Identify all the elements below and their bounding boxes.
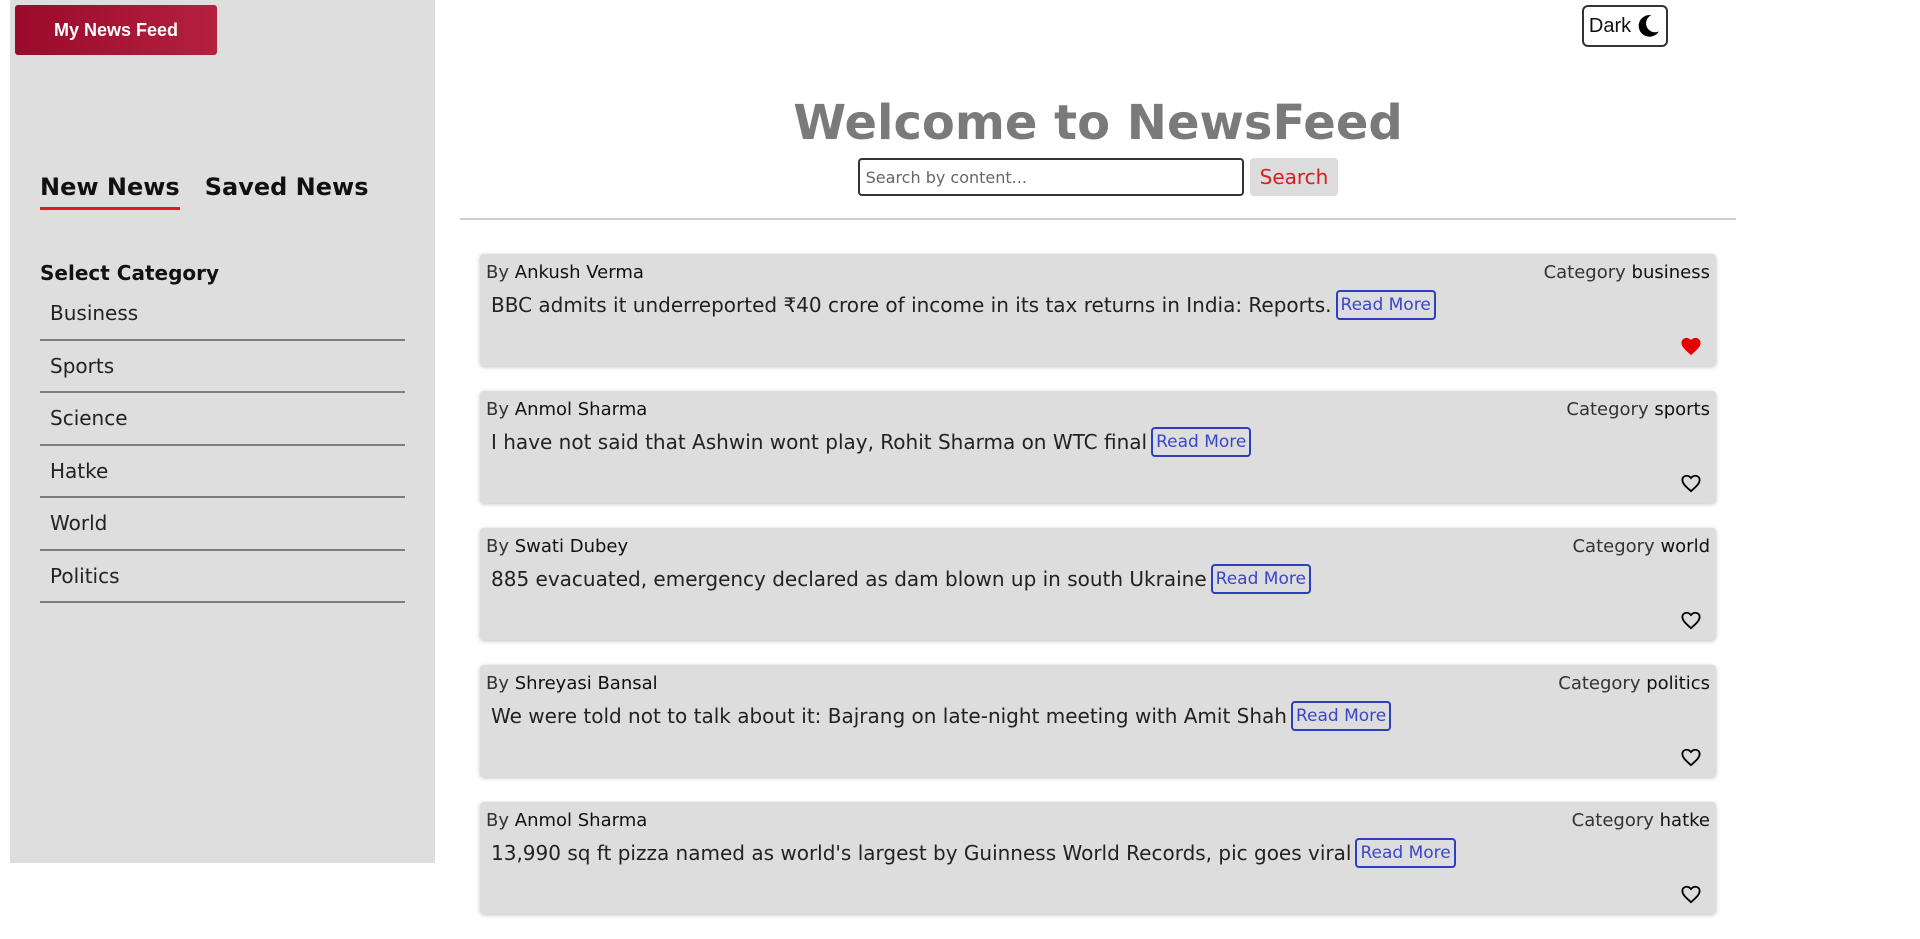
card-author: By Anmol Sharma: [486, 399, 648, 420]
main-content: Dark Welcome to NewsFeed Search By Ankus…: [460, 0, 1736, 914]
search-button[interactable]: Search: [1249, 158, 1339, 196]
card-category: Category politics: [1558, 673, 1710, 694]
headline-text: I have not said that Ashwin wont play, R…: [491, 430, 1148, 454]
sidebar: My News Feed New News Saved News Select …: [10, 0, 435, 863]
card-category: Category hatke: [1571, 810, 1710, 831]
author-name: Anmol Sharma: [514, 399, 648, 420]
headline-text: BBC admits it underreported ₹40 crore of…: [491, 293, 1332, 317]
card-category: Category world: [1572, 536, 1710, 557]
card-headline: We were told not to talk about it: Bajra…: [491, 701, 1392, 731]
category-value: sports: [1654, 399, 1710, 420]
category-item-hatke[interactable]: Hatke: [40, 446, 405, 498]
category-value: world: [1660, 536, 1710, 557]
tab-new-news[interactable]: New News: [40, 173, 180, 210]
heart-outline-icon[interactable]: [1680, 747, 1702, 767]
heart-outline-icon[interactable]: [1680, 473, 1702, 493]
select-category-heading: Select Category: [40, 261, 220, 285]
moon-icon: [1638, 15, 1659, 37]
header-divider: [460, 218, 1736, 220]
card-headline: 13,990 sq ft pizza named as world's larg…: [491, 838, 1456, 868]
read-more-button[interactable]: Read More: [1335, 290, 1436, 320]
heart-filled-icon[interactable]: [1680, 336, 1702, 356]
category-list: Business Sports Science Hatke World Poli…: [40, 288, 405, 603]
theme-label: Dark: [1588, 14, 1632, 37]
dark-mode-toggle[interactable]: Dark: [1582, 5, 1668, 47]
headline-text: 13,990 sq ft pizza named as world's larg…: [491, 841, 1352, 865]
author-name: Ankush Verma: [514, 262, 644, 283]
heart-outline-icon[interactable]: [1680, 610, 1702, 630]
card-headline: BBC admits it underreported ₹40 crore of…: [491, 290, 1436, 320]
search-input[interactable]: [857, 158, 1244, 196]
card-author: By Swati Dubey: [486, 536, 629, 557]
card-headline: I have not said that Ashwin wont play, R…: [491, 427, 1252, 457]
tab-saved-news[interactable]: Saved News: [205, 173, 369, 210]
read-more-button[interactable]: Read More: [1355, 838, 1456, 868]
heart-outline-icon[interactable]: [1680, 884, 1702, 904]
news-card: By Anmol Sharma Category sports I have n…: [480, 391, 1716, 503]
read-more-button[interactable]: Read More: [1210, 564, 1311, 594]
card-author: By Anmol Sharma: [486, 810, 648, 831]
page-title: Welcome to NewsFeed: [793, 95, 1403, 151]
category-item-business[interactable]: Business: [40, 288, 405, 341]
card-category: Category business: [1543, 262, 1710, 283]
news-card: By Anmol Sharma Category hatke 13,990 sq…: [480, 802, 1716, 914]
card-author: By Shreyasi Bansal: [486, 673, 658, 694]
card-headline: 885 evacuated, emergency declared as dam…: [491, 564, 1311, 594]
news-tabs: New News Saved News: [40, 173, 368, 210]
category-value: business: [1631, 262, 1710, 283]
headline-text: We were told not to talk about it: Bajra…: [491, 704, 1287, 728]
read-more-button[interactable]: Read More: [1290, 701, 1392, 731]
news-card: By Shreyasi Bansal Category politics We …: [480, 665, 1716, 777]
search-bar: Search: [460, 158, 1736, 196]
headline-text: 885 evacuated, emergency declared as dam…: [491, 567, 1207, 591]
category-value: politics: [1646, 673, 1710, 694]
card-category: Category sports: [1566, 399, 1710, 420]
category-item-sports[interactable]: Sports: [40, 341, 405, 393]
category-item-world[interactable]: World: [40, 498, 405, 551]
card-author: By Ankush Verma: [486, 262, 644, 283]
category-item-science[interactable]: Science: [40, 393, 405, 446]
news-card: By Ankush Verma Category business BBC ad…: [480, 254, 1716, 366]
category-value: hatke: [1659, 810, 1710, 831]
author-name: Swati Dubey: [514, 536, 629, 557]
read-more-button[interactable]: Read More: [1151, 427, 1252, 457]
author-name: Anmol Sharma: [514, 810, 648, 831]
news-feed: By Ankush Verma Category business BBC ad…: [480, 254, 1716, 939]
author-name: Shreyasi Bansal: [514, 673, 658, 694]
news-card: By Swati Dubey Category world 885 evacua…: [480, 528, 1716, 640]
my-news-feed-button[interactable]: My News Feed: [15, 5, 217, 55]
category-item-politics[interactable]: Politics: [40, 551, 405, 603]
